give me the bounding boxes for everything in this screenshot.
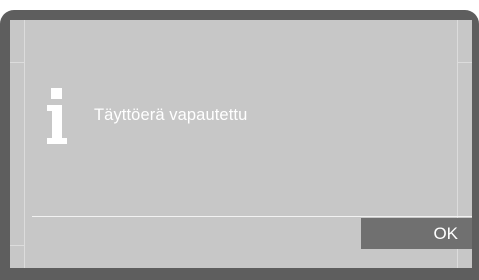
guide-line-left	[24, 20, 25, 268]
guide-tick-bottom-left	[10, 245, 24, 246]
ok-button[interactable]: OK	[361, 218, 472, 249]
guide-tick-top-right	[458, 62, 472, 63]
guide-tick-top-left	[10, 62, 24, 63]
button-divider	[32, 216, 472, 217]
dialog-screen: Täyttöerä vapautettu OK	[10, 20, 472, 268]
dialog-message: Täyttöerä vapautettu	[94, 106, 248, 124]
info-icon	[47, 88, 67, 144]
